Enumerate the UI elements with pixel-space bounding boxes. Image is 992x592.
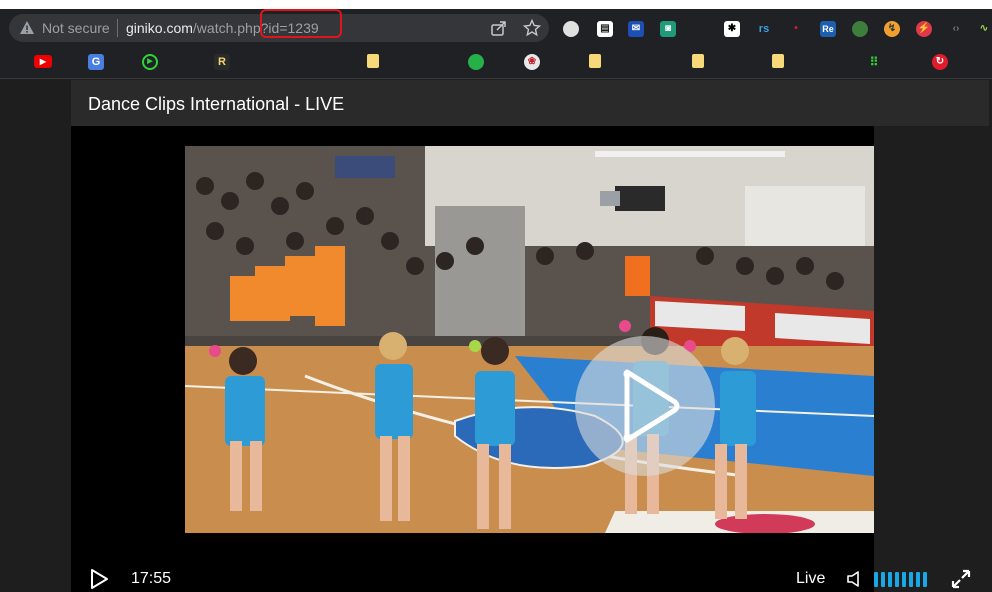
rs-icon[interactable]: rs (756, 21, 772, 37)
chrome-dev-icon[interactable]: ↯ (884, 21, 900, 37)
url-highlight-box (260, 9, 342, 38)
browser-toolbar: Not secure giniko.com/watch.php?id=1239 … (0, 9, 992, 47)
youtube-icon[interactable]: ▶ (34, 55, 52, 68)
folder-icon[interactable] (692, 54, 704, 68)
current-time: 17:55 (131, 570, 172, 587)
address-separator (117, 19, 118, 37)
android-icon[interactable]: ◙ (660, 21, 676, 37)
play-icon (623, 369, 680, 443)
security-label[interactable]: Not secure (42, 20, 110, 36)
bookmark-star-icon[interactable] (523, 19, 541, 37)
earth-icon[interactable] (852, 21, 868, 37)
volume-bar-segment[interactable] (895, 572, 899, 587)
volume-bar-segment[interactable] (888, 572, 892, 587)
share-icon[interactable] (490, 19, 508, 37)
video-player: Dance Clips International - LIVE 17:55 L… (71, 80, 989, 592)
warning-icon (20, 21, 34, 34)
shelf-icon[interactable]: ▤ (597, 21, 613, 37)
code-icon[interactable]: ‹› (948, 21, 964, 37)
folder-icon[interactable] (367, 54, 379, 68)
re-icon[interactable]: Re (820, 21, 836, 37)
volume-bar-segment[interactable] (874, 572, 878, 587)
globe-icon[interactable] (563, 21, 579, 37)
window-top-strip (0, 0, 992, 9)
translate-icon[interactable]: G (88, 54, 104, 70)
player-title: Dance Clips International - LIVE (88, 94, 345, 114)
mail-icon[interactable]: ✉ (628, 21, 644, 37)
url-host: giniko.com (126, 20, 193, 36)
volume-bar-segment[interactable] (909, 572, 913, 587)
rose-icon[interactable]: ❀ (524, 54, 540, 70)
player-title-bar: Dance Clips International - LIVE (71, 80, 989, 126)
bookmarks-bar: ▶ G ▶ R ❀ ⠿ ↻ (0, 47, 992, 79)
volume-bar-segment[interactable] (923, 572, 927, 587)
player-controls: 17:55 Live (71, 566, 989, 592)
address-bar[interactable]: Not secure giniko.com/watch.php?id=1239 (9, 9, 549, 42)
fullscreen-icon[interactable] (951, 569, 971, 589)
live-indicator[interactable]: Live (796, 570, 825, 588)
page-content: Dance Clips International - LIVE 17:55 L… (0, 79, 992, 592)
play-circle-icon[interactable]: ▶ (142, 54, 158, 70)
graph-icon[interactable]: ∿ (976, 21, 992, 37)
volume-bar-segment[interactable] (916, 572, 920, 587)
refresh-red-icon[interactable]: ↻ (932, 54, 948, 70)
folder-icon[interactable] (589, 54, 601, 68)
grid-icon[interactable]: ⠿ (866, 54, 882, 70)
volume-slider[interactable] (874, 572, 930, 587)
gear-box-icon[interactable]: ✱ (724, 21, 740, 37)
play-icon[interactable] (89, 568, 109, 590)
red-dot-icon[interactable]: • (788, 21, 804, 37)
folder-icon[interactable] (772, 54, 784, 68)
center-play-button[interactable] (575, 336, 715, 476)
volume-bar-segment[interactable] (881, 572, 885, 587)
video-scene-image (185, 146, 874, 533)
video-frame[interactable] (185, 146, 874, 533)
volume-bar-segment[interactable] (902, 572, 906, 587)
r-icon[interactable]: R (214, 54, 230, 70)
player-side-panel (874, 126, 989, 592)
earth-icon[interactable] (468, 54, 484, 70)
red-circle-icon[interactable]: ⚡ (916, 21, 932, 37)
volume-icon[interactable] (846, 570, 862, 588)
